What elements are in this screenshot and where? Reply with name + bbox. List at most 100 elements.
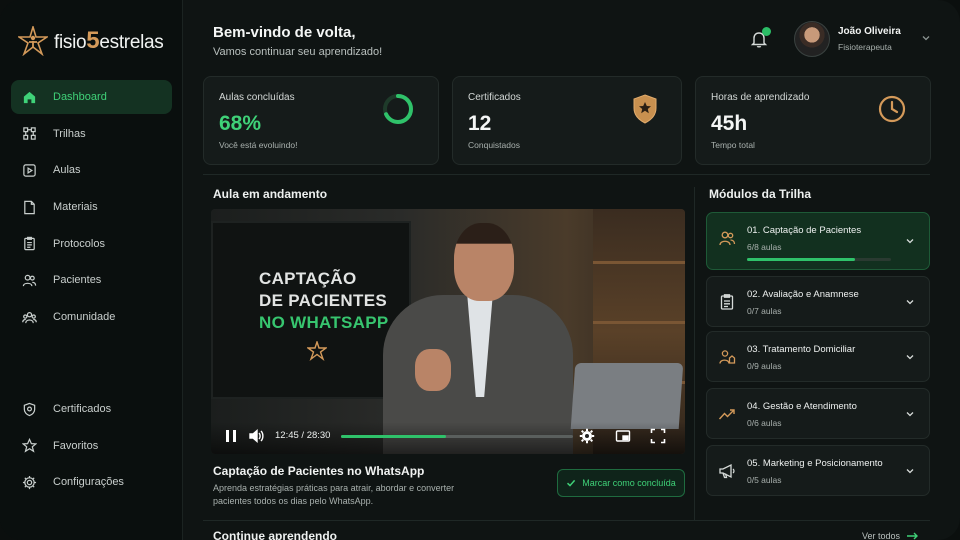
module-count: 0/9 aulas [747,361,782,371]
sidebar-item-label: Favoritos [53,439,99,452]
stat-label: Horas de aprendizado [711,92,810,103]
sidebar-item-dashboard[interactable]: Dashboard [11,80,172,114]
module-item[interactable]: 01. Captação de Pacientes 6/8 aulas [706,212,930,270]
shield-icon [23,402,36,416]
sidebar-item-label: Protocolos [53,237,105,250]
sidebar-item-protocolos[interactable]: Protocolos [11,227,172,261]
badge-icon [633,94,657,124]
shelf-board [593,261,685,264]
chevron-down-icon [906,469,914,474]
video-seekbar-fill [341,435,447,438]
trend-icon [718,409,735,420]
divider [203,174,930,175]
module-item[interactable]: 05. Marketing e Posicionamento 0/5 aulas [706,445,930,496]
divider [203,520,930,521]
lesson-description: Aprenda estratégias práticas para atrair… [213,483,455,506]
chevron-down-icon [906,300,914,305]
thumbnail-line: CAPTAÇÃO [259,269,357,288]
thumbnail-screen: CAPTAÇÃO DE PACIENTES NO WHATSAPP [211,221,411,399]
sidebar-item-favoritos[interactable]: Favoritos [11,429,172,463]
progress-ring-icon [383,94,413,124]
volume-icon[interactable] [248,428,264,444]
sidebar-item-label: Configurações [53,476,124,489]
stat-label: Aulas concluídas [219,92,295,103]
chevron-down-icon [906,412,914,417]
picture-in-picture-icon[interactable] [615,428,631,444]
sidebar-item-configuracoes[interactable]: Configurações [11,465,172,499]
sidebar-item-trilhas[interactable]: Trilhas [11,117,172,151]
chevron-down-icon [906,239,914,244]
sidebar-nav-bottom: Certificados Favoritos Configurações [11,392,172,502]
modules-title: Módulos da Trilha [709,187,812,201]
brand-logo[interactable]: fisio5estrelas [18,26,164,56]
star-logo-icon [18,26,48,56]
module-title: 01. Captação de Pacientes [747,225,862,236]
route-icon [23,127,36,140]
page-title: Bem-vindo de volta, [213,24,356,41]
video-time: 12:45 / 28:30 [275,430,331,441]
play-square-icon [23,164,36,177]
module-item[interactable]: 04. Gestão e Atendimento 0/6 aulas [706,388,930,439]
continue-learning-title: Continue aprendendo [213,529,337,540]
chevron-down-icon [906,355,914,360]
clipboard-icon [24,237,35,251]
thumbnail-line: DE PACIENTES [259,291,387,310]
avatar[interactable] [794,21,830,57]
see-all-link[interactable]: Ver todos [862,531,919,540]
stat-card-hours: Horas de aprendizado 45h Tempo total [695,76,931,165]
page-subtitle: Vamos continuar seu aprendizado! [213,46,383,58]
stat-sub: Tempo total [711,140,755,150]
stat-value: 68% [219,112,262,135]
user-name[interactable]: João Oliveira [838,26,901,37]
video-seekbar[interactable] [341,435,573,438]
mark-complete-button[interactable]: Marcar como concluída [557,469,685,497]
module-count: 0/7 aulas [747,306,782,316]
video-player[interactable]: CAPTAÇÃO DE PACIENTES NO WHATSAPP 12:45 … [211,209,685,454]
stat-card-lessons: Aulas concluídas 68% Você está evoluindo… [203,76,439,165]
module-title: 03. Tratamento Domiciliar [747,344,856,355]
arrow-right-icon [907,532,919,540]
sidebar-item-label: Pacientes [53,274,102,287]
megaphone-icon [719,463,735,479]
divider [694,187,695,520]
star-logo-icon [307,341,327,361]
sidebar-item-label: Aulas [53,164,81,177]
module-count: 0/5 aulas [747,475,782,485]
stat-sub: Conquistados [468,140,520,150]
sidebar-item-label: Materiais [53,201,98,214]
mark-complete-label: Marcar como concluída [582,478,676,488]
fullscreen-icon[interactable] [650,428,666,444]
stat-label: Certificados [468,92,521,103]
module-title: 04. Gestão e Atendimento [747,401,857,412]
stat-value: 12 [468,112,492,135]
sidebar-item-materiais[interactable]: Materiais [11,190,172,224]
sidebar-item-certificados[interactable]: Certificados [11,392,172,426]
app-window: fisio5estrelas Dashboard Trilhas Aulas M… [0,0,960,540]
document-icon [24,200,35,214]
presenter-head [454,223,514,301]
chevron-down-icon[interactable] [921,33,931,43]
user-role: Fisioterapeuta [838,42,892,52]
home-icon [23,91,36,103]
greeting: Bem-vindo de volta, Vamos continuar seu … [213,24,382,58]
module-item[interactable]: 02. Avaliação e Anamnese 0/7 aulas [706,276,930,327]
sidebar-item-pacientes[interactable]: Pacientes [11,263,172,297]
brand-name: fisio5estrelas [54,27,164,54]
community-icon [22,311,37,323]
pause-icon[interactable] [223,428,239,444]
module-item[interactable]: 03. Tratamento Domiciliar 0/9 aulas [706,331,930,382]
module-count: 0/6 aulas [747,418,782,428]
sidebar-item-label: Comunidade [53,311,116,324]
current-lesson-title: Aula em andamento [213,187,328,201]
stat-card-certificates: Certificados 12 Conquistados [452,76,682,165]
home-care-icon [719,350,736,364]
laptop [570,363,684,429]
settings-gear-icon[interactable] [579,428,595,444]
sidebar: fisio5estrelas Dashboard Trilhas Aulas M… [0,0,183,540]
sidebar-item-comunidade[interactable]: Comunidade [11,300,172,334]
module-progress [747,258,891,261]
shelf-board [593,321,685,324]
sidebar-item-aulas[interactable]: Aulas [11,153,172,187]
notification-badge [762,27,771,36]
users-icon [22,274,37,287]
